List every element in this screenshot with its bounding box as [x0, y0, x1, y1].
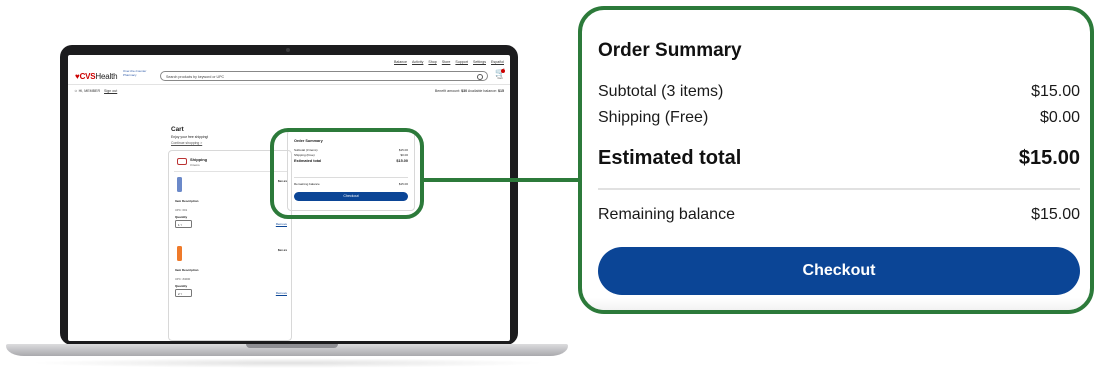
user-greeting: ☺ HI, MEMBER Sign out — [74, 89, 117, 93]
truck-icon — [177, 158, 187, 165]
user-icon: ☺ — [74, 89, 78, 93]
chevron-down-icon: ˅ — [180, 222, 183, 227]
shipping-label: Shipping (Free) — [598, 109, 709, 126]
available-label: Available balance: — [467, 89, 497, 93]
quantity-select[interactable]: 2 ˅ — [175, 289, 192, 297]
laptop-mockup: Balance Activity Shop Store Support Sett… — [0, 0, 580, 378]
quantity-label: Quantity — [175, 215, 188, 219]
divider — [598, 188, 1080, 190]
item-description[interactable]: Item Description — [175, 199, 199, 203]
sub-header: ☺ HI, MEMBER Sign out Benefit amount: $3… — [74, 89, 504, 97]
nav-link-store[interactable]: Store — [442, 60, 451, 64]
quantity-select[interactable]: 1 ˅ — [175, 220, 192, 228]
available-value: $15 — [498, 89, 504, 93]
benefit-value: $30 — [461, 89, 468, 93]
shipping-value: $0.00 — [1039, 109, 1080, 126]
bottom-fade — [582, 298, 1090, 310]
cart-subtitle: Enjoy your free shipping! — [171, 135, 209, 139]
logo-suffix: Health — [95, 72, 118, 81]
user-greeting-text: HI, MEMBER — [78, 89, 101, 93]
highlight-ring — [270, 128, 424, 219]
nav-link-settings[interactable]: Settings — [473, 60, 486, 64]
laptop-base — [6, 344, 568, 356]
cart-title: Cart — [171, 126, 184, 133]
laptop-notch — [246, 344, 338, 348]
benefit-label: Benefit amount: — [434, 89, 461, 93]
cart-badge — [501, 69, 505, 73]
remaining-balance-label: Remaining balance — [598, 206, 735, 223]
cvs-logo[interactable]: ♥CVSHealth — [75, 72, 118, 81]
nav-link-language[interactable]: Español — [491, 60, 504, 64]
remove-button[interactable]: Remove — [276, 291, 287, 295]
nav-link-activity[interactable]: Activity — [412, 60, 423, 64]
logo-brand: CVS — [79, 72, 96, 81]
product-image[interactable] — [177, 246, 182, 261]
continue-shopping-link[interactable]: Continue shopping > — [171, 141, 202, 145]
remove-button[interactable]: Remove — [276, 222, 287, 226]
highlight-connector-line — [424, 178, 582, 182]
shipping-count: 3 items — [190, 163, 200, 167]
site-header: ♥CVSHealth Over-the-Counter Pharmacy Sea… — [68, 68, 510, 85]
cart-button[interactable]: 🛒 Cart — [495, 69, 505, 83]
search-input[interactable]: Search products by keyword or UPC — [160, 71, 488, 81]
item-upc: UPC: 001 — [175, 208, 188, 212]
quantity-label: Quantity — [175, 284, 188, 288]
item-price: $xx.xx — [277, 248, 287, 252]
benefit-info: Benefit amount: $30 Available balance: $… — [435, 89, 504, 93]
remaining-balance-value: $15.00 — [1031, 206, 1080, 223]
estimated-total-value: $15.00 — [1018, 147, 1080, 169]
shipping-title: Shipping — [190, 157, 208, 162]
subtotal-label: Subtotal (3 items) — [598, 83, 724, 100]
nav-link-balance[interactable]: Balance — [394, 60, 407, 64]
item-upc: UPC: #4000 — [175, 277, 191, 281]
cart-item: $xx.xx Item Description UPC: #4000 Quant… — [175, 246, 289, 310]
checkout-button[interactable]: Checkout — [598, 247, 1080, 295]
laptop-shadow — [28, 358, 548, 368]
subtotal-row: Subtotal (3 items) $15.00 — [598, 83, 1080, 101]
quantity-value: 1 — [178, 222, 180, 227]
chevron-down-icon: ˅ — [180, 291, 183, 296]
quantity-value: 2 — [178, 291, 180, 296]
item-description[interactable]: Item Description — [175, 268, 199, 272]
subtotal-value: $15.00 — [1031, 83, 1080, 100]
order-summary-title: Order Summary — [598, 40, 742, 61]
order-summary-zoom: Order Summary Subtotal (3 items) $15.00 … — [578, 6, 1094, 314]
top-nav: Balance Activity Shop Store Support Sett… — [394, 60, 504, 64]
search-icon[interactable] — [477, 73, 483, 80]
product-image[interactable] — [177, 177, 182, 192]
cart-label: Cart — [497, 77, 503, 80]
remaining-balance-row: Remaining balance $15.00 — [598, 206, 1080, 224]
logo-subtitle: Over-the-Counter Pharmacy — [123, 69, 146, 77]
estimated-total-label: Estimated total — [598, 147, 742, 169]
estimated-total-row: Estimated total $15.00 — [598, 147, 1080, 170]
shipping-row: Shipping (Free) $0.00 — [598, 109, 1080, 127]
nav-link-shop[interactable]: Shop — [428, 60, 436, 64]
logo-subtitle-line-2: Pharmacy — [123, 72, 137, 77]
sign-out-link[interactable]: Sign out — [104, 89, 117, 93]
search-placeholder: Search products by keyword or UPC — [166, 74, 225, 79]
camera-icon — [286, 48, 290, 52]
nav-link-support[interactable]: Support — [455, 60, 468, 64]
